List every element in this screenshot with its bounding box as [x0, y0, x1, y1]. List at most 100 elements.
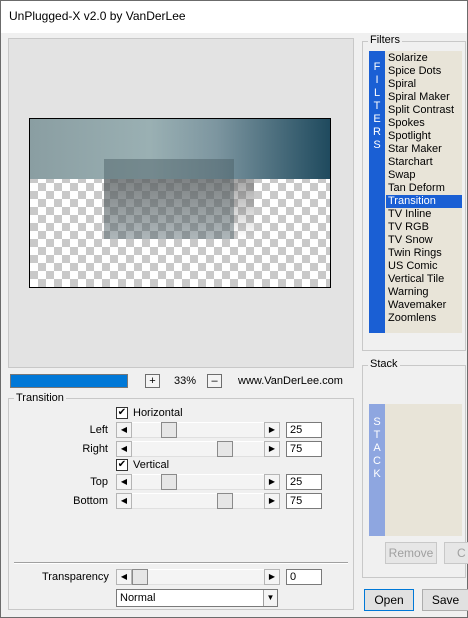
- top-slider-track[interactable]: [132, 474, 264, 490]
- chevron-down-icon[interactable]: ▼: [263, 590, 277, 606]
- divider: [14, 562, 348, 564]
- right-increase-button[interactable]: ▶: [264, 441, 280, 457]
- bottom-slider-track[interactable]: [132, 493, 264, 509]
- filter-item[interactable]: Vertical Tile: [386, 273, 462, 286]
- filter-item[interactable]: Spice Dots: [386, 65, 462, 78]
- filter-item[interactable]: Wavemaker: [386, 299, 462, 312]
- top-value-field[interactable]: 25: [286, 474, 322, 490]
- filter-item[interactable]: Starchart: [386, 156, 462, 169]
- filter-item[interactable]: TV Inline: [386, 208, 462, 221]
- left-label: Left: [89, 424, 108, 436]
- filter-item[interactable]: Zoomlens: [386, 312, 462, 325]
- filter-item[interactable]: Twin Rings: [386, 247, 462, 260]
- stack-label: Stack: [368, 358, 400, 370]
- transparency-increase-button[interactable]: ▶: [264, 569, 280, 585]
- left-arrow-icon: ◀: [120, 477, 128, 486]
- filter-item[interactable]: Spiral: [386, 78, 462, 91]
- left-arrow-icon: ◀: [120, 444, 128, 453]
- transparency-decrease-button[interactable]: ◀: [116, 569, 132, 585]
- filters-strip-letter: S: [373, 139, 381, 151]
- stack-partial-button[interactable]: C: [444, 542, 468, 564]
- left-arrow-icon: ◀: [120, 496, 128, 505]
- filter-item[interactable]: Swap: [386, 169, 462, 182]
- right-label: Right: [82, 443, 108, 455]
- save-button[interactable]: Save: [422, 589, 468, 611]
- transition-group-label: Transition: [14, 392, 66, 404]
- open-button[interactable]: Open: [364, 589, 414, 611]
- filter-item[interactable]: Split Contrast: [386, 104, 462, 117]
- bottom-slider-thumb[interactable]: [217, 493, 233, 509]
- left-decrease-button[interactable]: ◀: [116, 422, 132, 438]
- filter-item[interactable]: Spotlight: [386, 130, 462, 143]
- right-decrease-button[interactable]: ◀: [116, 441, 132, 457]
- bottom-label: Bottom: [73, 495, 108, 507]
- filters-label: Filters: [368, 34, 402, 46]
- filter-item[interactable]: Star Maker: [386, 143, 462, 156]
- left-value-field[interactable]: 25: [286, 422, 322, 438]
- right-value-field[interactable]: 75: [286, 441, 322, 457]
- left-arrow-icon: ◀: [120, 572, 128, 581]
- zoom-in-button[interactable]: +: [145, 374, 160, 388]
- filter-item[interactable]: TV Snow: [386, 234, 462, 247]
- right-slider-thumb[interactable]: [217, 441, 233, 457]
- horizontal-label: Horizontal: [133, 407, 183, 419]
- zoom-level: 33%: [174, 375, 197, 387]
- right-arrow-icon: ▶: [268, 572, 276, 581]
- stack-strip-letter: S: [373, 416, 381, 428]
- top-label: Top: [90, 476, 108, 488]
- blend-mode-select[interactable]: Normal ▼: [116, 589, 278, 607]
- bottom-value-field[interactable]: 75: [286, 493, 322, 509]
- filter-item[interactable]: Transition: [386, 195, 462, 208]
- left-increase-button[interactable]: ▶: [264, 422, 280, 438]
- transparency-label: Transparency: [42, 571, 109, 583]
- filter-item[interactable]: Solarize: [386, 52, 462, 65]
- right-arrow-icon: ▶: [268, 444, 276, 453]
- stack-strip-letter: K: [373, 468, 381, 480]
- filters-strip: FILTERS: [369, 51, 385, 333]
- stack-strip-letter: A: [373, 442, 381, 454]
- zoom-out-button[interactable]: –: [207, 374, 222, 388]
- filters-strip-letter: T: [373, 100, 381, 112]
- bottom-increase-button[interactable]: ▶: [264, 493, 280, 509]
- filter-item[interactable]: Spiral Maker: [386, 91, 462, 104]
- stack-strip: STACK: [369, 404, 385, 536]
- stack-strip-letter: C: [373, 455, 381, 467]
- website-link[interactable]: www.VanDerLee.com: [238, 375, 343, 387]
- filter-item[interactable]: US Comic: [386, 260, 462, 273]
- filter-item[interactable]: Spokes: [386, 117, 462, 130]
- filters-strip-letter: F: [373, 61, 381, 73]
- top-slider-thumb[interactable]: [161, 474, 177, 490]
- filters-strip-letter: I: [375, 74, 379, 86]
- remove-button[interactable]: Remove: [385, 542, 437, 564]
- stack-strip-letter: T: [373, 429, 381, 441]
- filters-strip-letter: E: [373, 113, 381, 125]
- horizontal-checkbox[interactable]: ✔: [116, 407, 128, 419]
- progress-bar: [10, 374, 128, 388]
- preview-image[interactable]: [29, 118, 331, 288]
- right-slider-track[interactable]: [132, 441, 264, 457]
- right-arrow-icon: ▶: [268, 477, 276, 486]
- left-arrow-icon: ◀: [120, 425, 128, 434]
- filters-strip-letter: L: [373, 87, 381, 99]
- window-title: UnPlugged-X v2.0 by VanDerLee: [9, 9, 186, 23]
- vertical-label: Vertical: [133, 459, 170, 471]
- filter-item[interactable]: Warning: [386, 286, 462, 299]
- top-increase-button[interactable]: ▶: [264, 474, 280, 490]
- right-arrow-icon: ▶: [268, 496, 276, 505]
- blend-mode-value: Normal: [120, 592, 156, 604]
- filter-item[interactable]: Tan Deform: [386, 182, 462, 195]
- right-arrow-icon: ▶: [268, 425, 276, 434]
- left-slider-thumb[interactable]: [161, 422, 177, 438]
- stack-list[interactable]: STACK: [369, 404, 462, 536]
- filters-strip-letter: R: [373, 126, 381, 138]
- left-slider-track[interactable]: [132, 422, 264, 438]
- preview-image-fade: [104, 179, 254, 237]
- filters-list[interactable]: FILTERS Solarize Spice Dots Spiral Spiral M…: [369, 51, 462, 333]
- bottom-decrease-button[interactable]: ◀: [116, 493, 132, 509]
- transparency-slider-thumb[interactable]: [132, 569, 148, 585]
- filter-item[interactable]: TV RGB: [386, 221, 462, 234]
- transparency-slider-track[interactable]: [132, 569, 264, 585]
- vertical-checkbox[interactable]: ✔: [116, 459, 128, 471]
- top-decrease-button[interactable]: ◀: [116, 474, 132, 490]
- transparency-value-field[interactable]: 0: [286, 569, 322, 585]
